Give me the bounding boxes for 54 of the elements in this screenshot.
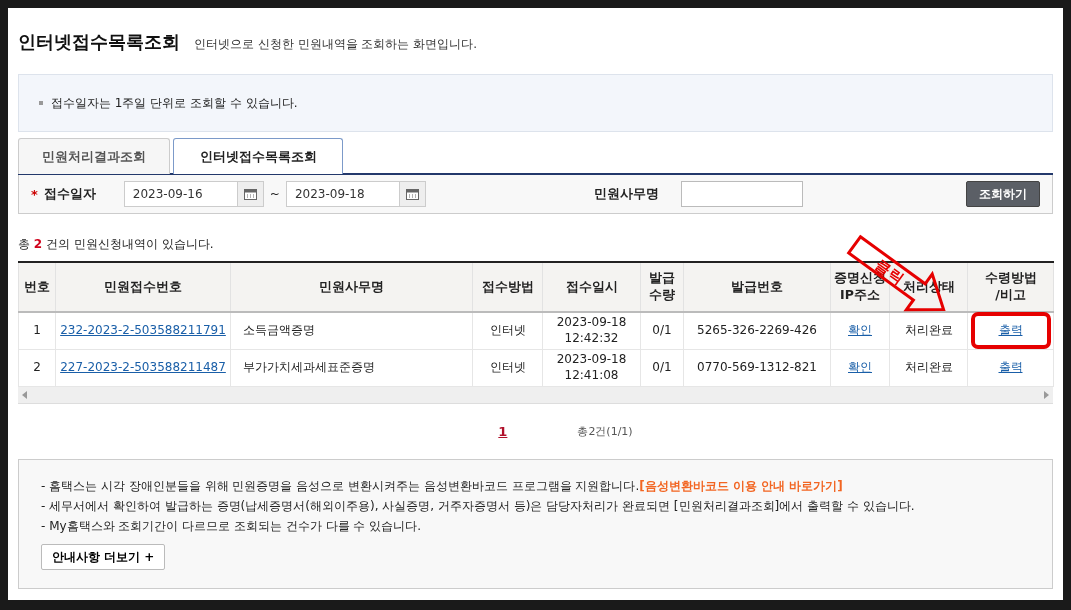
table-cell: 2023-09-18 12:41:08 <box>542 349 641 387</box>
page-subtitle: 인터넷으로 신청한 민원내역을 조회하는 화면입니다. <box>194 36 478 53</box>
table-cell: 0/1 <box>640 312 684 350</box>
column-header: 번호 <box>18 262 56 312</box>
date-label: 접수일자 <box>43 185 96 203</box>
tab[interactable]: 민원처리결과조회 <box>18 138 170 174</box>
bullet-icon <box>39 101 43 105</box>
office-label: 민원사무명 <box>593 185 659 203</box>
column-header: 민원사무명 <box>230 262 473 312</box>
result-summary: 총 2 건의 민원신청내역이 있습니다. <box>18 236 215 253</box>
office-field[interactable] <box>680 181 803 207</box>
required-mark: * <box>31 186 38 202</box>
date-from-field[interactable]: 2023-09-16 <box>123 181 237 207</box>
table-cell: 1 <box>18 312 56 350</box>
info-note: - 세무서에서 확인하여 발급하는 증명(납세증명서(해외이주용), 사실증명, 거주자증명서 등)은 담당자처리가 완료되면 [민원처리결과조회]에서 출력할 수 있습니다. <box>41 498 916 515</box>
table-cell: 부가가치세과세표준증명 <box>230 349 473 387</box>
calendar-button[interactable] <box>398 181 426 207</box>
table-cell: 5265-326-2269-426 <box>683 312 831 350</box>
table-cell: 인터넷 <box>472 312 543 350</box>
column-header: 발급번호 <box>683 262 831 312</box>
table-cell: 2 <box>18 349 56 387</box>
page-total: 총2건(1/1) <box>577 424 633 439</box>
calendar-icon <box>243 188 257 200</box>
table-cell: 소득금액증명 <box>230 312 473 350</box>
calendar-icon <box>405 188 419 200</box>
info-note: - 홈택스는 시각 장애인분들을 위해 민원증명을 음성으로 변환시켜주는 음성변환바코드 프로그램을 지원합니다.[음성변환바코드 이용 안내 바로가기] <box>41 478 844 495</box>
table-cell: 0770-569-1312-821 <box>683 349 831 387</box>
info-note: - My홈택스와 조회기간이 다르므로 조회되는 건수가 다를 수 있습니다. <box>41 518 423 535</box>
page-title: 인터넷접수목록조회 <box>18 30 180 54</box>
print-link[interactable]: 출력 <box>998 323 1023 338</box>
table-cell: 2023-09-18 12:42:32 <box>542 312 641 350</box>
ip-check-link[interactable]: 확인 <box>848 323 872 338</box>
table-cell: 0/1 <box>640 349 684 387</box>
table-cell: 처리완료 <box>889 349 968 387</box>
search-button[interactable]: 조회하기 <box>966 181 1040 207</box>
more-button[interactable]: 안내사항 더보기 + <box>41 544 166 570</box>
column-header: 접수일시 <box>542 262 641 312</box>
scroll-left-icon[interactable] <box>22 391 27 399</box>
tab[interactable]: 인터넷접수목록조회 <box>173 138 343 174</box>
column-header: 민원접수번호 <box>55 262 231 312</box>
scroll-right-icon[interactable] <box>1044 391 1049 399</box>
table-cell: 인터넷 <box>472 349 543 387</box>
column-header: 접수방법 <box>472 262 543 312</box>
horizontal-scrollbar[interactable] <box>18 387 1053 404</box>
table-cell: 처리완료 <box>889 312 968 350</box>
column-header: 발급 수량 <box>640 262 684 312</box>
print-link[interactable]: 출력 <box>998 360 1023 375</box>
calendar-button[interactable] <box>236 181 264 207</box>
page-link[interactable]: 1 <box>498 424 508 439</box>
date-to-field[interactable]: 2023-09-18 <box>285 181 399 207</box>
column-header: 수령방법 /비고 <box>967 262 1054 312</box>
range-separator: ~ <box>269 187 280 201</box>
ip-check-link[interactable]: 확인 <box>848 360 872 375</box>
notice-text: 접수일자는 1주일 단위로 조회할 수 있습니다. <box>51 94 298 112</box>
